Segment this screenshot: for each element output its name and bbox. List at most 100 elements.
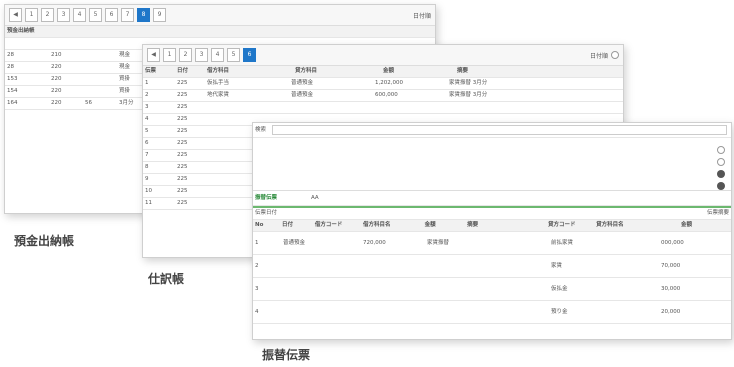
- cell: 3: [255, 286, 259, 292]
- dot-icon[interactable]: [717, 182, 725, 190]
- toolbar: ◀ 1 2 3 4 5 6 日付順: [143, 45, 623, 66]
- toolbar: ◀ 1 2 3 4 5 6 7 8 9 日付順: [5, 5, 435, 26]
- toolbar-button[interactable]: 1: [163, 48, 176, 62]
- column-header: 借方コード: [314, 222, 343, 228]
- account-row: 預金出納帳: [5, 26, 435, 38]
- column-header: 貸方コード: [547, 222, 576, 228]
- cell: 154: [7, 88, 18, 94]
- toolbar-button[interactable]: 9: [153, 8, 166, 22]
- table-row[interactable]: 3 仮払金 30,000: [253, 278, 731, 301]
- account-grid: [253, 138, 731, 191]
- cell: 220: [51, 88, 62, 94]
- cell: [5, 38, 49, 49]
- table-row[interactable]: 2 家賃 70,000: [253, 255, 731, 278]
- dot-icon[interactable]: [717, 170, 725, 178]
- cell: [83, 50, 117, 61]
- table-row[interactable]: 1 普通預金 720,000 家賃振替 前払家賃 000,000: [253, 232, 731, 255]
- cell: 225: [177, 152, 188, 158]
- cell: 70,000: [661, 263, 681, 269]
- transfer-slip-window: 検索 振替伝票 AA 伝票日付 伝票摘要 No 日付 借方コード 借方科目名 金額 摘要 貸…: [252, 122, 732, 340]
- cell: 7: [145, 152, 149, 158]
- table-row[interactable]: 1 225 仮払手当 普通預金 1,202,000 家賃振替 3月分: [143, 78, 623, 90]
- journal-header-row: 伝票 日付 借方科目 貸方科目 金額 摘要: [143, 66, 623, 78]
- column-header: 金額: [383, 68, 395, 74]
- cell: 普通預金: [291, 80, 314, 86]
- transfer-rows: 1 普通預金 720,000 家賃振替 前払家賃 000,000 2 家賃 70,000 3 仮払金…: [253, 232, 731, 324]
- section-row: 振替伝票 AA: [253, 191, 731, 206]
- column-header: 日付: [177, 68, 189, 74]
- cell: 225: [177, 200, 188, 206]
- circle-icon[interactable]: [717, 158, 725, 166]
- cell: 210: [51, 52, 62, 58]
- cell: 6: [145, 140, 149, 146]
- cell: [83, 62, 117, 73]
- toolbar-button[interactable]: 5: [227, 48, 240, 62]
- toolbar-button[interactable]: ◀: [147, 48, 160, 62]
- cell: 1: [255, 240, 259, 246]
- section-title: 振替伝票: [255, 195, 278, 201]
- search-row: 検索: [253, 123, 731, 138]
- cell: 30,000: [661, 286, 681, 292]
- cell: [425, 278, 549, 300]
- cell: 9: [145, 176, 149, 182]
- cell: 仮払金: [551, 286, 568, 292]
- toolbar-button[interactable]: 2: [41, 8, 54, 22]
- cell: 前払家賃: [551, 240, 574, 246]
- column-header: [269, 66, 293, 77]
- toolbar-button-selected[interactable]: 8: [137, 8, 150, 22]
- cell: [425, 301, 549, 323]
- cell: 225: [177, 188, 188, 194]
- sub-header-right: 伝票摘要: [706, 210, 729, 216]
- column-header: 借方科目: [207, 68, 230, 74]
- column-header: 金額: [680, 222, 692, 228]
- toolbar-button[interactable]: 3: [57, 8, 70, 22]
- column-header: 摘要: [457, 68, 469, 74]
- cell: [373, 102, 447, 113]
- toolbar-button[interactable]: 1: [25, 8, 38, 22]
- cell: [49, 38, 83, 49]
- toolbar-button[interactable]: 6: [105, 8, 118, 22]
- caption-deposit: 預金出納帳: [14, 234, 75, 248]
- table-row[interactable]: 4 預り金 20,000: [253, 301, 731, 324]
- toolbar-button-selected[interactable]: 6: [243, 48, 256, 62]
- column-header: 貸方科目: [295, 68, 318, 74]
- cell: 600,000: [375, 92, 398, 98]
- cell: 225: [177, 80, 188, 86]
- column-header: 摘要: [467, 222, 479, 228]
- cell: 153: [7, 76, 18, 82]
- search-input[interactable]: [272, 125, 727, 135]
- cell: 家賃: [551, 263, 563, 269]
- title-field: 日付順: [589, 52, 608, 60]
- toolbar-button[interactable]: 4: [73, 8, 86, 22]
- cell: 地代家賃: [207, 92, 230, 98]
- cell: [205, 102, 289, 113]
- cell: 家賃振替 3月分: [449, 92, 488, 98]
- cell: [361, 301, 425, 323]
- cell: 000,000: [661, 240, 684, 246]
- cell: [425, 255, 549, 277]
- cell: 225: [177, 92, 188, 98]
- toolbar-button[interactable]: 2: [179, 48, 192, 62]
- circle-icon[interactable]: [717, 146, 725, 154]
- settings-icon[interactable]: [611, 51, 619, 59]
- toolbar-button[interactable]: 4: [211, 48, 224, 62]
- column-header: 貸方科目名: [596, 222, 624, 228]
- table-row[interactable]: 3 225: [143, 102, 623, 114]
- cell: 1: [145, 80, 149, 86]
- cell: 家賃振替 3月分: [449, 80, 488, 86]
- toolbar-button[interactable]: ◀: [9, 8, 22, 22]
- cell: 家賃振替: [427, 240, 450, 246]
- cell: 164: [7, 100, 18, 106]
- top-right-label: 日付順: [412, 12, 431, 20]
- toolbar-button[interactable]: 3: [195, 48, 208, 62]
- cell: [361, 278, 425, 300]
- cell: [281, 301, 361, 323]
- transfer-header-row: No 日付 借方コード 借方科目名 金額 摘要 貸方コード 貸方科目名 金額: [253, 220, 731, 232]
- toolbar-button[interactable]: 7: [121, 8, 134, 22]
- table-row[interactable]: 2 225 地代家賃 普通預金 600,000 家賃振替 3月分: [143, 90, 623, 102]
- cell: 225: [177, 164, 188, 170]
- cell: [281, 255, 361, 277]
- toolbar-button[interactable]: 5: [89, 8, 102, 22]
- cell: 預り金: [551, 309, 568, 315]
- field-aa[interactable]: AA: [309, 191, 321, 205]
